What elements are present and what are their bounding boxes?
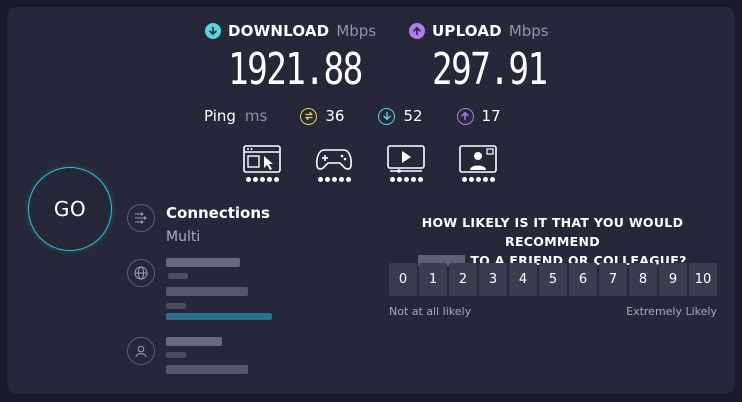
scale-low-label: Not at all likely (389, 305, 472, 318)
server-name-redacted-2 (168, 273, 188, 279)
download-value: 1921.88 (228, 44, 363, 95)
app-ratings (243, 145, 497, 182)
scale-button-5[interactable]: 5 (539, 263, 567, 296)
scale-button-3[interactable]: 3 (479, 263, 507, 296)
ping-upload: 17 (456, 107, 501, 125)
upload-metric: UPLOAD Mbps 297.91 (409, 22, 579, 95)
ping-download-value: 52 (403, 107, 423, 125)
video-chat-stars (461, 177, 495, 182)
gamepad-icon (316, 149, 352, 170)
download-arrow-icon (205, 23, 221, 39)
gaming-stars (317, 177, 351, 182)
provider-name-redacted-2 (166, 352, 186, 358)
scale-button-4[interactable]: 4 (509, 263, 537, 296)
ping-unit: ms (244, 107, 268, 125)
ping-upload-value: 17 (481, 107, 501, 125)
idle-latency-icon (300, 107, 318, 125)
connections-icon (127, 204, 155, 232)
server-location-redacted (166, 287, 248, 296)
provider-ip-redacted (166, 365, 248, 374)
scale-button-2[interactable]: 2 (449, 263, 477, 296)
ping-label: Ping (204, 107, 236, 125)
web-browsing-stars (245, 177, 279, 182)
download-unit: Mbps (336, 22, 377, 40)
upload-latency-icon (456, 107, 474, 125)
upload-title: UPLOAD (432, 22, 502, 40)
scale-button-1[interactable]: 1 (419, 263, 447, 296)
survey-question: HOW LIKELY IS IT THAT YOU WOULD RECOMMEN… (385, 213, 720, 270)
ping-idle-value: 36 (325, 107, 345, 125)
streaming-rating[interactable] (387, 145, 425, 182)
go-button[interactable]: GO (28, 167, 112, 251)
connections-value[interactable]: Multi (166, 229, 200, 245)
web-browsing-rating[interactable] (243, 145, 281, 182)
scale-button-9[interactable]: 9 (659, 263, 687, 296)
upload-value: 297.91 (432, 44, 548, 95)
recommend-scale: 0 1 2 3 4 5 6 7 8 9 10 (389, 263, 717, 296)
download-metric: DOWNLOAD Mbps 1921.88 (205, 22, 399, 95)
scale-high-label: Extremely Likely (626, 305, 717, 318)
video-streaming-icon (387, 145, 425, 173)
provider-name-redacted (166, 337, 222, 346)
user-icon (127, 337, 155, 365)
upload-arrow-icon (409, 23, 425, 39)
server-location-redacted-2 (166, 303, 186, 309)
globe-icon (127, 259, 155, 287)
ping-idle: 36 (300, 107, 344, 125)
download-title: DOWNLOAD (228, 22, 330, 40)
ping-download: 52 (378, 107, 423, 125)
web-browsing-icon (243, 145, 281, 173)
streaming-stars (389, 177, 423, 182)
scale-button-10[interactable]: 10 (689, 263, 717, 296)
scale-button-7[interactable]: 7 (599, 263, 627, 296)
video-chat-icon (459, 145, 497, 173)
scale-button-6[interactable]: 6 (569, 263, 597, 296)
scale-button-8[interactable]: 8 (629, 263, 657, 296)
upload-unit: Mbps (508, 22, 549, 40)
server-name-redacted (166, 258, 240, 267)
change-server-link-redacted[interactable] (166, 313, 272, 320)
survey-question-line1: HOW LIKELY IS IT THAT YOU WOULD RECOMMEN… (421, 215, 684, 249)
video-chat-rating[interactable] (459, 145, 497, 182)
connections-title: Connections (166, 204, 270, 222)
download-latency-icon (378, 107, 396, 125)
ping-row: Ping ms 36 52 17 (204, 107, 501, 125)
scale-button-0[interactable]: 0 (389, 263, 417, 296)
gaming-rating[interactable] (315, 145, 353, 182)
